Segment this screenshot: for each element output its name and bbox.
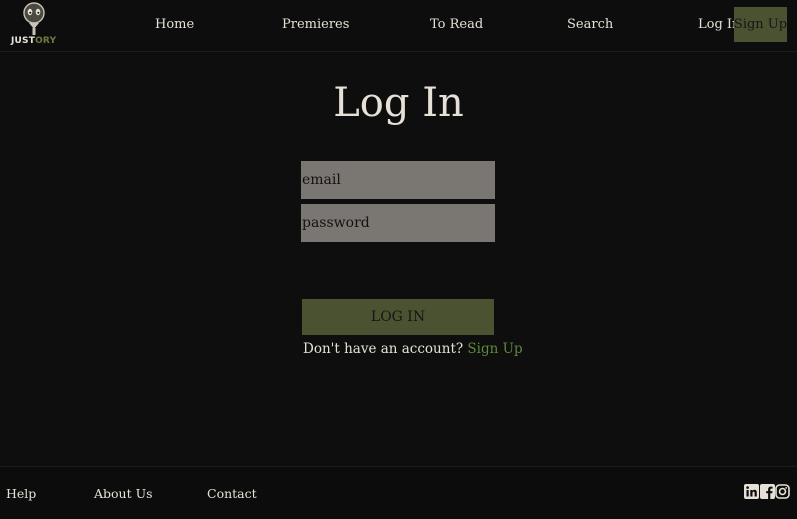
site-header: JUSTORY Home Premieres To Read Search Lo… — [0, 0, 797, 52]
linkedin-icon[interactable] — [744, 484, 759, 499]
nav-to-read[interactable]: To Read — [430, 17, 483, 32]
nav-sign-up-button[interactable]: Sign Up — [734, 7, 787, 42]
site-logo[interactable]: JUSTORY — [8, 2, 60, 48]
nav-home[interactable]: Home — [155, 17, 194, 32]
email-field[interactable] — [301, 161, 495, 199]
password-field[interactable] — [301, 204, 495, 242]
site-footer: Help About Us Contact — [0, 466, 797, 519]
log-in-button[interactable]: LOG IN — [302, 299, 494, 335]
logo-wordmark: JUSTORY — [11, 36, 57, 46]
footer-contact-link[interactable]: Contact — [207, 486, 257, 501]
facebook-icon[interactable] — [760, 484, 775, 499]
signup-prompt: Don't have an account? Sign Up — [303, 341, 523, 357]
no-account-text: Don't have an account? — [303, 341, 464, 357]
page-title: Log In — [333, 80, 464, 126]
sign-up-link[interactable]: Sign Up — [467, 341, 522, 357]
logo-mascot-icon — [23, 2, 45, 35]
footer-help-link[interactable]: Help — [6, 486, 36, 501]
nav-search[interactable]: Search — [567, 17, 613, 32]
instagram-icon[interactable] — [775, 484, 790, 499]
footer-about-link[interactable]: About Us — [94, 486, 153, 501]
nav-premieres[interactable]: Premieres — [282, 17, 349, 32]
